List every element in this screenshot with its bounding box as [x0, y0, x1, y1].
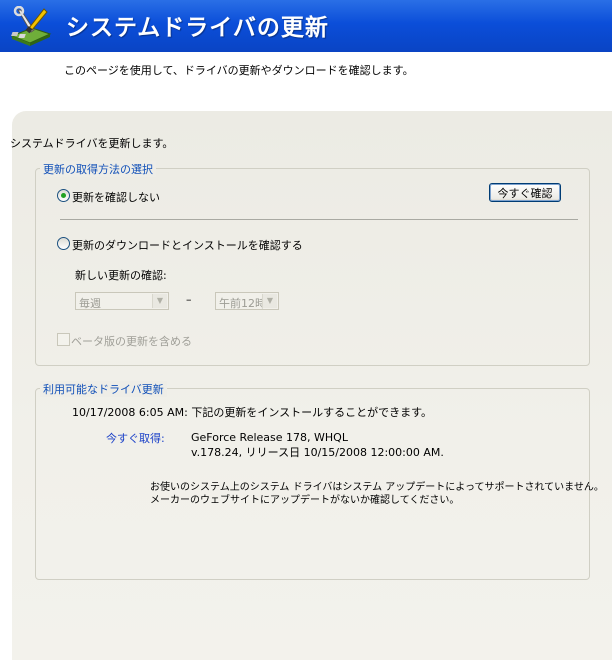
radio-download-install[interactable]	[57, 237, 70, 250]
radio-selected-dot	[61, 193, 66, 198]
page-header: システムドライバの更新	[0, 0, 612, 52]
release-name: GeForce Release 178, WHQL	[191, 431, 348, 444]
chevron-down-icon: ▼	[152, 294, 167, 308]
check-now-button[interactable]: 今すぐ確認	[489, 183, 561, 202]
wrench-screwdriver-icon	[10, 6, 52, 46]
radio-no-check-label[interactable]: 更新を確認しない	[72, 189, 160, 205]
release-details: v.178.24, リリース日 10/15/2008 12:00:00 AM.	[191, 446, 444, 459]
page-title: システムドライバの更新	[66, 15, 329, 41]
beta-checkbox-label: ベータ版の更新を含める	[71, 335, 192, 348]
range-dash: –	[186, 293, 192, 306]
time-select[interactable]: 午前12時 ▼	[215, 292, 279, 310]
page-subtitle: このページを使用して、ドライバの更新やダウンロードを確認します。	[64, 64, 414, 77]
available-updates-title: 利用可能なドライバ更新	[40, 381, 167, 397]
get-now-link[interactable]: 今すぐ取得:	[106, 430, 165, 446]
unsupported-notice-line2: メーカーのウェブサイトにアップデートがないか確認してください。	[150, 495, 460, 506]
check-frequency-label: 新しい更新の確認:	[75, 269, 167, 282]
chevron-down-icon: ▼	[262, 294, 277, 308]
intro-text: システムドライバを更新します。	[10, 137, 174, 150]
update-method-title: 更新の取得方法の選択	[40, 161, 156, 177]
time-value: 午前12時	[219, 297, 263, 310]
radio-download-install-label[interactable]: 更新のダウンロードとインストールを確認する	[72, 237, 303, 253]
frequency-select[interactable]: 毎週 ▼	[75, 292, 169, 310]
beta-checkbox[interactable]	[57, 333, 70, 346]
frequency-value: 毎週	[79, 297, 101, 310]
separator	[60, 219, 578, 220]
update-status-line: 10/17/2008 6:05 AM: 下記の更新をインストールすることができま…	[72, 406, 432, 419]
radio-no-check[interactable]	[57, 189, 70, 202]
